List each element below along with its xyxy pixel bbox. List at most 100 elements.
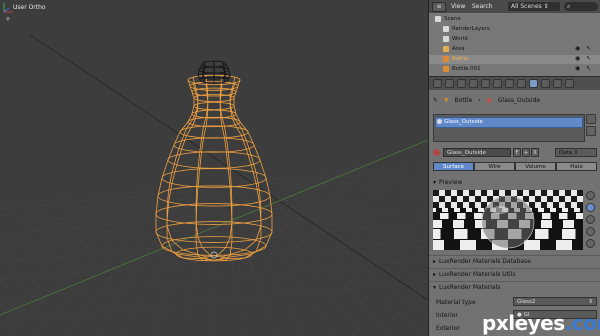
outliner-row[interactable]: Bottle.001 ◉ ↖: [429, 65, 600, 74]
bottle-ring: [161, 168, 267, 188]
checker-tile: [553, 196, 559, 202]
data-tab-icon[interactable]: [517, 79, 526, 88]
preview-panel-header[interactable]: ▾ Preview: [433, 179, 462, 186]
material-type-dropdown[interactable]: Glass2 ⇕: [513, 297, 597, 306]
preview-sphere-button[interactable]: [586, 203, 595, 212]
checker-tile: [451, 190, 457, 196]
remove-slot-button[interactable]: [586, 126, 596, 136]
add-slot-button[interactable]: [586, 114, 596, 124]
bottle-meridian: [220, 77, 262, 258]
viewport-corner-plus-icon[interactable]: +: [5, 15, 11, 23]
material-name-field[interactable]: Glass_Outside: [443, 148, 511, 157]
particles-tab-icon[interactable]: [553, 79, 562, 88]
panel-label-materials: LuxRender Materials: [439, 284, 501, 291]
checker-tile: [433, 196, 439, 202]
grid-line: [277, 199, 428, 317]
material-datablock-row: Glass_Outside F + X Data ⇕: [433, 148, 597, 158]
render-tab-icon[interactable]: [433, 79, 442, 88]
editor-type-icon[interactable]: ≡: [432, 2, 446, 12]
checker-floor-tile: [575, 229, 583, 239]
pin-icon[interactable]: ✎: [433, 97, 438, 104]
new-material-button[interactable]: +: [522, 148, 530, 157]
checker-tile: [559, 196, 565, 202]
outliner-row[interactable]: Scene: [429, 15, 600, 24]
grid-line: [183, 199, 207, 336]
physics-tab-icon[interactable]: [565, 79, 574, 88]
outliner-search-field[interactable]: ⌕: [564, 2, 598, 11]
outliner-row[interactable]: RenderLayers: [429, 25, 600, 34]
scene-icon: [435, 16, 441, 22]
checker-tile: [463, 190, 469, 196]
visibility-eye-icon[interactable]: ◉: [575, 56, 581, 62]
axis-gizmo-icon: [3, 3, 13, 13]
viewport-canvas[interactable]: [0, 0, 428, 336]
view-menu[interactable]: View: [451, 3, 465, 10]
material-slot[interactable]: Glass_Outside: [435, 117, 583, 128]
watermark-part-a: pxl: [482, 311, 515, 335]
checker-floor-tile: [544, 208, 550, 212]
renderlayers-tab-icon[interactable]: [445, 79, 454, 88]
object-tab-icon[interactable]: [481, 79, 490, 88]
preview-monkey-button[interactable]: [586, 227, 595, 236]
fake-user-button[interactable]: F: [513, 148, 521, 157]
modifiers-tab-icon[interactable]: [505, 79, 514, 88]
panel-header-utils[interactable]: ▸ LuxRender Materials Utils: [433, 271, 516, 278]
mode-tab-halo[interactable]: Halo: [556, 162, 597, 171]
bottle-ring: [167, 151, 261, 169]
grid-line: [325, 199, 428, 246]
panel-header-materials[interactable]: ▾ LuxRender Materials: [433, 284, 500, 291]
checker-floor-tile: [556, 240, 572, 250]
preview-flat-button[interactable]: [586, 191, 595, 200]
checker-floor-tile: [524, 240, 540, 250]
constraints-tab-icon[interactable]: [493, 79, 502, 88]
outliner-row[interactable]: Bottle ◉ ↖: [429, 55, 600, 64]
grid-line: [221, 199, 245, 336]
search-menu[interactable]: Search: [472, 3, 493, 10]
preview-cube-button[interactable]: [586, 215, 595, 224]
selectable-cursor-icon[interactable]: ↖: [586, 56, 592, 62]
checker-tile: [559, 202, 565, 208]
outliner-row[interactable]: Area ◉ ↖: [429, 45, 600, 54]
checker-floor-tile: [567, 213, 576, 219]
checker-floor-tile: [453, 220, 464, 228]
checker-tile: [535, 202, 541, 208]
mode-tab-volume[interactable]: Volume: [515, 162, 556, 171]
3d-viewport[interactable]: User Ortho +: [0, 0, 428, 336]
checker-tile: [535, 190, 541, 196]
preview-hair-button[interactable]: [586, 239, 595, 248]
world-tab-icon[interactable]: [469, 79, 478, 88]
outliner-row-label: Bottle: [452, 56, 469, 62]
checker-tile: [493, 190, 499, 196]
mode-tab-wire[interactable]: Wire: [474, 162, 515, 171]
checker-tile: [469, 196, 475, 202]
material-browse-icon[interactable]: [433, 149, 440, 156]
expand-triangle-icon: ▾: [433, 179, 437, 186]
scene-tab-icon[interactable]: [457, 79, 466, 88]
panel-label-database: LuxRender Materials Database: [439, 258, 531, 265]
checker-tile: [529, 202, 535, 208]
selectable-cursor-icon[interactable]: ↖: [586, 66, 592, 72]
checker-tile: [565, 196, 571, 202]
checker-floor-tile: [535, 229, 549, 239]
checker-floor-tile: [574, 208, 580, 212]
checker-tile: [517, 190, 523, 196]
texture-tab-icon[interactable]: [541, 79, 550, 88]
visibility-eye-icon[interactable]: ◉: [575, 46, 581, 52]
checker-floor-tile: [550, 213, 559, 219]
checker-floor-tile: [552, 220, 563, 228]
material-tab-icon[interactable]: [529, 79, 538, 88]
mode-tab-surface[interactable]: Surface: [433, 162, 474, 171]
link-dropdown[interactable]: Data ⇕: [555, 148, 597, 157]
visibility-eye-icon[interactable]: ◉: [575, 66, 581, 72]
checker-floor-tile: [448, 208, 454, 212]
checker-tile: [433, 202, 439, 208]
scene-filter-dropdown[interactable]: All Scenes ⇕: [508, 2, 560, 11]
checker-floor-tile: [568, 208, 574, 212]
selectable-cursor-icon[interactable]: ↖: [586, 46, 592, 52]
outliner-row[interactable]: World: [429, 35, 600, 44]
material-slot-list[interactable]: Glass_Outside: [433, 114, 585, 142]
breadcrumb-material: Glass_Outside: [497, 97, 541, 104]
panel-header-database[interactable]: ▸ LuxRender Materials Database: [433, 258, 531, 265]
unlink-material-button[interactable]: X: [531, 148, 539, 157]
checker-tile: [553, 202, 559, 208]
